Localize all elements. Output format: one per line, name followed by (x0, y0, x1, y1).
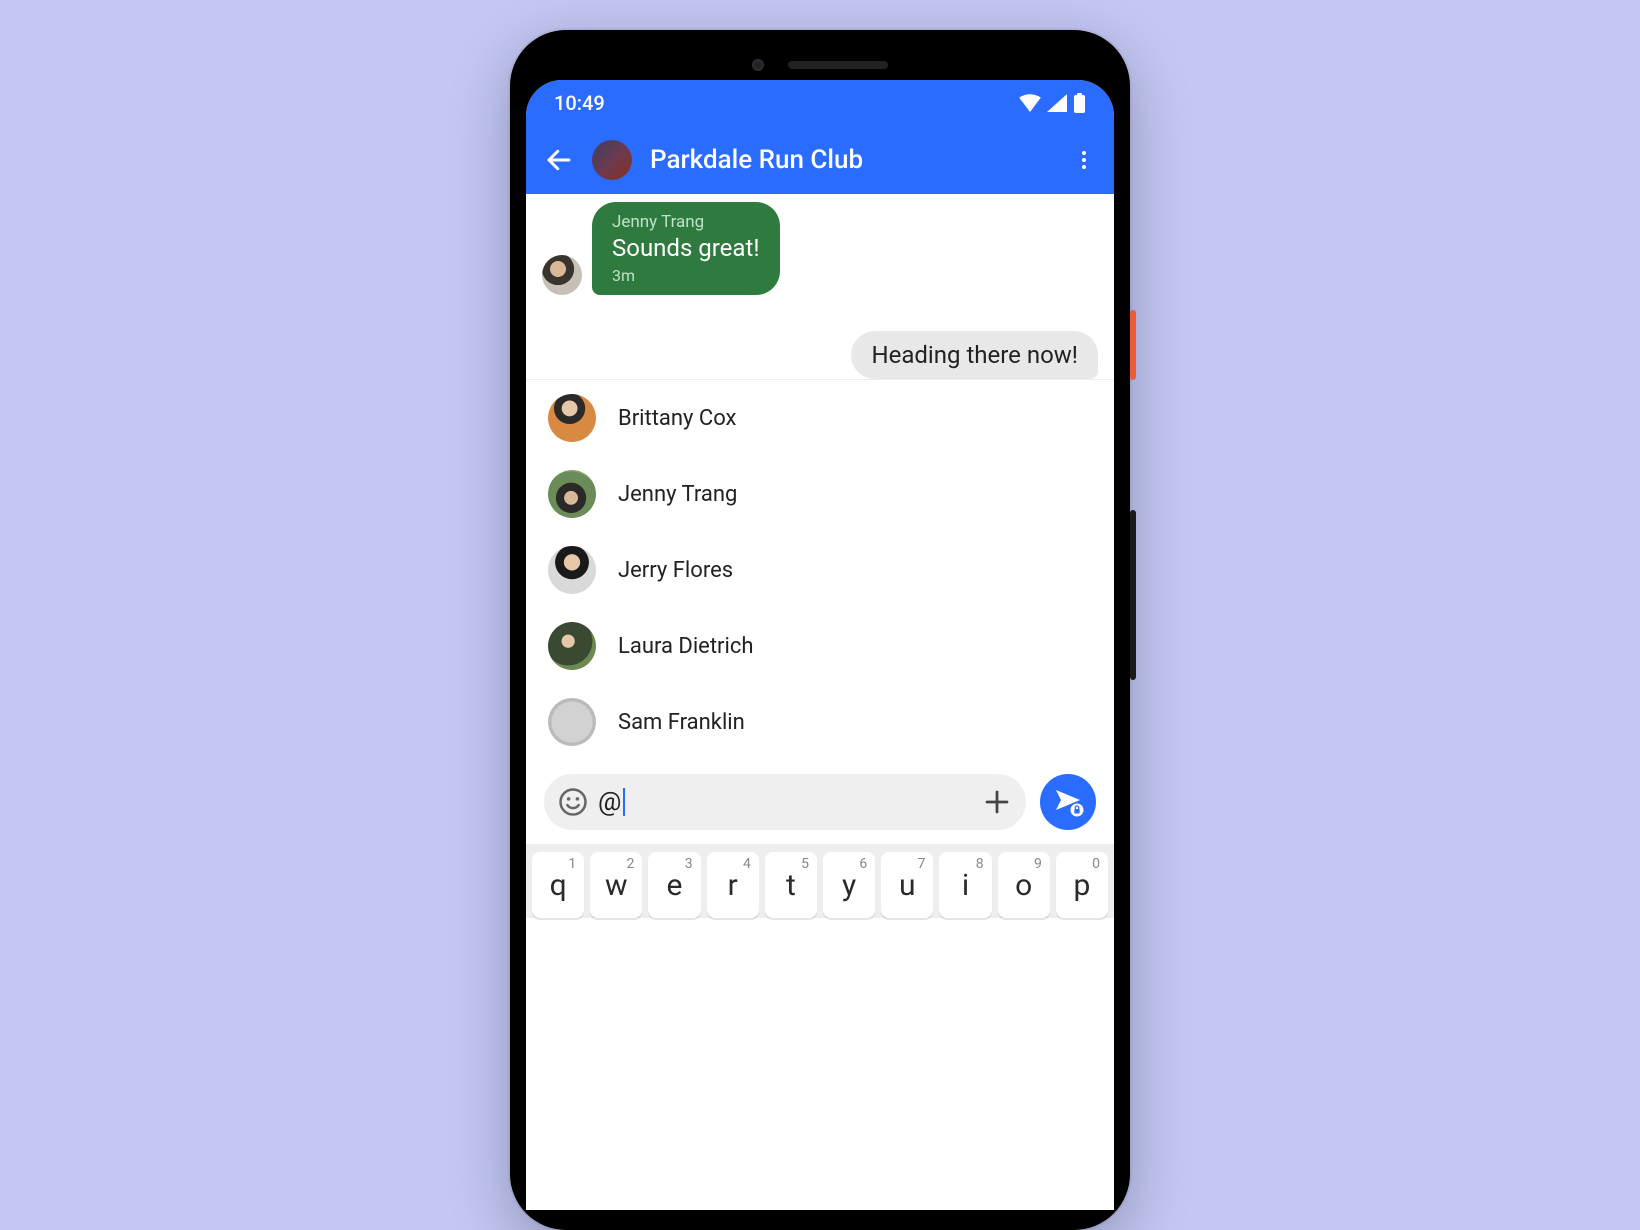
chat-avatar[interactable] (592, 140, 632, 180)
send-button[interactable] (1040, 774, 1096, 830)
key-t[interactable]: 5t (765, 852, 817, 918)
phone-frame: 10:49 Parkdale Run Club Jenny Trang (510, 30, 1130, 1230)
key-r[interactable]: 4r (707, 852, 759, 918)
keyboard: 1q 2w 3e 4r 5t 6y 7u 8i 9o 0p (526, 844, 1114, 918)
mention-item[interactable]: Laura Dietrich (526, 608, 1114, 684)
key-q[interactable]: 1q (532, 852, 584, 918)
speaker-grille (788, 61, 888, 69)
key-u[interactable]: 7u (881, 852, 933, 918)
composer-row: @ (526, 760, 1114, 844)
status-icons (1019, 93, 1086, 113)
mention-item[interactable]: Sam Franklin (526, 684, 1114, 760)
message-body: Heading there now! (871, 341, 1078, 369)
mention-suggestions: Brittany Cox Jenny Trang Jerry Flores La… (526, 379, 1114, 760)
message-incoming: Jenny Trang Sounds great! 3m (526, 194, 1114, 303)
mention-name: Brittany Cox (618, 406, 736, 431)
avatar (548, 394, 596, 442)
message-body: Sounds great! (612, 234, 760, 262)
mention-item[interactable]: Jenny Trang (526, 456, 1114, 532)
mention-item[interactable]: Jerry Flores (526, 532, 1114, 608)
key-e[interactable]: 3e (648, 852, 700, 918)
back-button[interactable] (544, 145, 574, 175)
avatar (548, 698, 596, 746)
more-vertical-icon (1072, 148, 1096, 172)
status-time: 10:49 (554, 91, 605, 115)
status-bar: 10:49 (526, 80, 1114, 126)
key-o[interactable]: 9o (998, 852, 1050, 918)
mention-name: Jerry Flores (618, 558, 733, 583)
app-bar: Parkdale Run Club (526, 126, 1114, 194)
smile-icon (558, 787, 588, 817)
keyboard-row: 1q 2w 3e 4r 5t 6y 7u 8i 9o 0p (532, 852, 1108, 918)
avatar (548, 546, 596, 594)
chat-title[interactable]: Parkdale Run Club (650, 145, 1054, 175)
notch (526, 50, 1114, 80)
battery-icon (1073, 93, 1086, 113)
key-y[interactable]: 6y (823, 852, 875, 918)
mention-name: Laura Dietrich (618, 634, 753, 659)
key-i[interactable]: 8i (939, 852, 991, 918)
front-camera (752, 59, 764, 71)
composer[interactable]: @ (544, 774, 1026, 830)
plus-icon (982, 787, 1012, 817)
mention-item[interactable]: Brittany Cox (526, 380, 1114, 456)
message-bubble-outgoing[interactable]: Heading there now! (851, 331, 1098, 379)
key-w[interactable]: 2w (590, 852, 642, 918)
screen: 10:49 Parkdale Run Club Jenny Trang (526, 80, 1114, 1210)
sender-avatar[interactable] (542, 255, 582, 295)
message-time: 3m (612, 266, 760, 285)
message-input[interactable]: @ (598, 787, 972, 817)
input-value: @ (598, 787, 621, 817)
message-outgoing: Heading there now! (526, 303, 1114, 379)
avatar (548, 470, 596, 518)
attach-button[interactable] (982, 787, 1012, 817)
cellular-icon (1047, 94, 1067, 112)
mention-name: Sam Franklin (618, 710, 745, 735)
overflow-menu-button[interactable] (1072, 148, 1096, 172)
key-p[interactable]: 0p (1056, 852, 1108, 918)
message-bubble-incoming[interactable]: Jenny Trang Sounds great! 3m (592, 202, 780, 295)
wifi-icon (1019, 94, 1041, 112)
avatar (548, 622, 596, 670)
mention-name: Jenny Trang (618, 482, 737, 507)
arrow-left-icon (544, 145, 574, 175)
message-sender: Jenny Trang (612, 212, 760, 232)
message-list[interactable]: Jenny Trang Sounds great! 3m Heading the… (526, 194, 1114, 379)
text-cursor (623, 788, 625, 816)
emoji-button[interactable] (558, 787, 588, 817)
send-lock-icon (1052, 786, 1084, 818)
